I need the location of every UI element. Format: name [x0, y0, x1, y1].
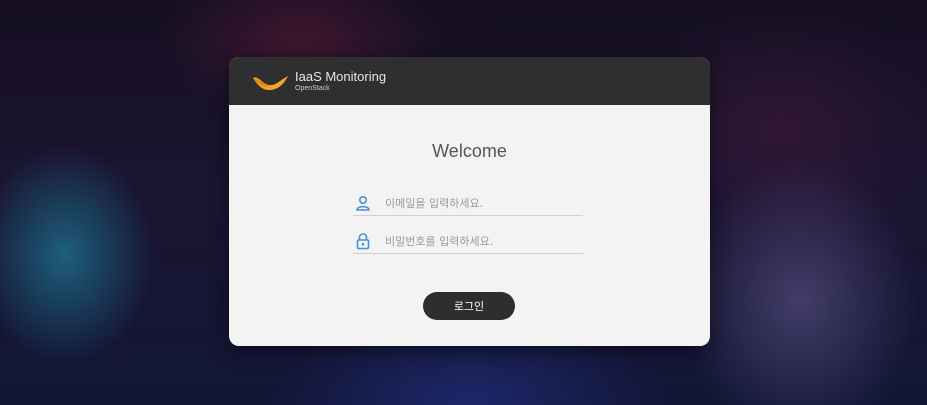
app-subtitle: OpenStack: [295, 85, 330, 92]
password-field: [353, 229, 583, 254]
user-icon: [353, 193, 373, 213]
card-body: Welcome 로그인: [229, 105, 710, 346]
card-header: IaaS Monitoring OpenStack: [229, 57, 710, 105]
password-input[interactable]: [385, 234, 575, 248]
brand: IaaS Monitoring OpenStack: [295, 70, 386, 92]
email-field: [353, 191, 583, 216]
app-title: IaaS Monitoring: [295, 69, 387, 84]
wave-logo-icon: [253, 76, 288, 91]
login-card: IaaS Monitoring OpenStack Welcome 이메일을 입…: [229, 57, 710, 346]
welcome-heading: Welcome: [432, 141, 507, 161]
lock-icon: [353, 231, 373, 251]
login-button[interactable]: 로그인: [423, 292, 515, 320]
email-input[interactable]: [385, 196, 575, 210]
